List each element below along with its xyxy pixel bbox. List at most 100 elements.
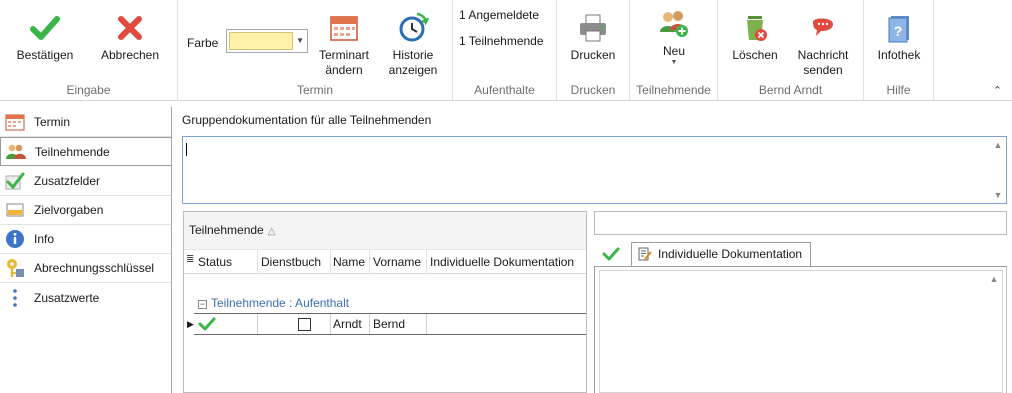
group-by-chip[interactable]: Teilnehmende △ — [189, 223, 275, 237]
column-header-vorname[interactable]: Vorname — [373, 255, 421, 269]
message-label-2: senden — [803, 63, 843, 77]
sidebar-item-label: Zusatzfelder — [34, 174, 101, 188]
group-hilfe: ? Infothek Hilfe — [864, 0, 934, 101]
group-row[interactable]: − Teilnehmende : Aufenthalt — [198, 296, 349, 310]
help-book-icon: ? — [888, 16, 909, 43]
historie-anzeigen-button[interactable]: Historie anzeigen — [380, 12, 446, 78]
color-picker[interactable]: ▼ — [226, 29, 308, 53]
tab-individuelle-dokumentation[interactable]: Individuelle Dokumentation — [631, 242, 812, 267]
group-teilnehmende: Neu ▼ Teilnehmende — [630, 0, 718, 101]
checkmark-icon — [198, 317, 216, 331]
column-header-individuelle-dokumentation[interactable]: Individuelle Dokumentation — [430, 255, 574, 269]
dots-icon — [13, 288, 17, 307]
current-row-indicator-icon: ▶ — [187, 319, 194, 329]
new-participant-button[interactable]: Neu ▼ — [642, 8, 706, 67]
dienstbuch-checkbox[interactable] — [298, 318, 311, 331]
svg-text:?: ? — [894, 23, 903, 39]
individual-doc-textarea[interactable]: ▲ — [599, 270, 1003, 393]
group-drucken: Drucken Drucken — [557, 0, 630, 101]
trash-icon — [747, 16, 767, 41]
delete-button[interactable]: Löschen — [724, 12, 786, 63]
scroll-up-icon[interactable]: ▲ — [986, 272, 1002, 286]
sidebar-item-abrechnungsschluessel[interactable]: Abrechnungsschlüssel — [0, 254, 172, 283]
group-termin: Farbe ▼ Terminart ändern Historie anzeig… — [178, 0, 453, 101]
collapse-ribbon-icon[interactable]: ⌃ — [993, 84, 1002, 97]
column-header-dienstbuch[interactable]: Dienstbuch — [261, 255, 321, 269]
sidebar: Termin Teilnehmende Zusatzfelder Zielvor… — [0, 107, 172, 393]
group-doc-label: Gruppendokumentation für alle Teilnehmen… — [182, 113, 432, 127]
group-doc-textarea[interactable]: ▲ ▼ — [182, 136, 1007, 204]
group-label-drucken: Drucken — [570, 83, 616, 97]
infothek-button[interactable]: ? Infothek — [868, 12, 930, 63]
terminart-label-2: ändern — [325, 63, 363, 77]
key-icon — [7, 259, 24, 277]
infothek-label: Infothek — [877, 48, 921, 62]
sidebar-item-label: Zielvorgaben — [34, 203, 104, 217]
group-label-termin: Termin — [296, 83, 333, 97]
group-row-label: Teilnehmende : Aufenthalt — [211, 296, 350, 310]
column-header-status[interactable]: Status — [198, 255, 232, 269]
close-icon — [118, 16, 142, 40]
column-chooser-icon[interactable]: ≣ — [186, 254, 194, 265]
add-people-icon — [660, 11, 688, 37]
individual-doc-field[interactable] — [594, 211, 1007, 235]
sidebar-item-label: Termin — [34, 115, 71, 129]
info-icon — [6, 230, 24, 248]
terminart-aendern-button[interactable]: Terminart ändern — [312, 12, 376, 78]
print-label: Drucken — [570, 48, 616, 62]
group-label-teilnehmende: Teilnehmende — [636, 83, 711, 97]
sidebar-item-teilnehmende[interactable]: Teilnehmende — [0, 137, 172, 166]
sidebar-item-zusatzwerte[interactable]: Zusatzwerte — [0, 283, 172, 312]
sidebar-divider — [171, 107, 172, 393]
column-separator — [330, 250, 331, 274]
confirm-label: Bestätigen — [16, 48, 74, 62]
sidebar-item-zusatzfelder[interactable]: Zusatzfelder — [0, 167, 172, 196]
sidebar-item-termin[interactable]: Termin — [0, 108, 172, 137]
individual-doc-panel: ▲ — [594, 267, 1007, 393]
group-person: Löschen Nachricht senden Bernd Arndt — [718, 0, 864, 101]
checkmark-icon — [5, 172, 25, 190]
chevron-down-icon: ▼ — [296, 36, 304, 45]
sidebar-item-label: Abrechnungsschlüssel — [34, 261, 155, 275]
message-label-1: Nachricht — [797, 48, 849, 62]
grid-header: ≣ Status Dienstbuch Name Vorname Individ… — [184, 250, 586, 274]
sidebar-item-zielvorgaben[interactable]: Zielvorgaben — [0, 196, 172, 225]
print-button[interactable]: Drucken — [561, 12, 625, 63]
column-separator — [426, 250, 427, 274]
column-header-name[interactable]: Name — [333, 255, 365, 269]
target-icon — [6, 203, 24, 217]
edit-document-icon — [638, 247, 652, 261]
group-aufenthalte: 1 Angemeldete 1 Teilnehmende Aufenthalte — [453, 0, 557, 101]
sidebar-item-label: Zusatzwerte — [34, 290, 100, 305]
group-label-hilfe: Hilfe — [886, 83, 911, 97]
checkmark-icon — [30, 16, 60, 40]
group-label-aufenthalte: Aufenthalte — [474, 83, 535, 97]
group-eingabe: Bestätigen Abbrechen Eingabe — [0, 0, 178, 101]
group-by-label: Teilnehmende — [189, 223, 264, 237]
tab-status-checkmark-icon[interactable] — [602, 246, 620, 262]
cell-separator — [257, 314, 258, 334]
table-row[interactable]: Arndt Bernd — [194, 313, 586, 335]
people-icon — [6, 144, 26, 159]
collapse-group-icon[interactable]: − — [198, 300, 207, 309]
column-separator — [369, 250, 370, 274]
cancel-button[interactable]: Abbrechen — [94, 12, 166, 63]
cancel-label: Abbrechen — [100, 48, 160, 62]
vertical-scrollbar[interactable]: ▲ — [986, 271, 1002, 392]
scroll-down-icon[interactable]: ▼ — [990, 188, 1006, 202]
group-by-panel: Teilnehmende △ — [184, 212, 586, 250]
sidebar-item-info[interactable]: Info — [0, 225, 172, 254]
confirm-button[interactable]: Bestätigen — [8, 12, 82, 63]
group-label-person: Bernd Arndt — [758, 83, 823, 97]
scroll-up-icon[interactable]: ▲ — [990, 138, 1006, 152]
teilnehmende-count[interactable]: 1 Teilnehmende — [459, 34, 544, 48]
calendar-icon — [330, 16, 358, 41]
new-label: Neu — [662, 44, 685, 58]
angemeldete-count[interactable]: 1 Angemeldete — [459, 8, 539, 22]
cell-separator — [330, 314, 331, 334]
send-message-button[interactable]: Nachricht senden — [790, 12, 856, 78]
vertical-scrollbar[interactable]: ▲ ▼ — [990, 137, 1006, 203]
farbe-label: Farbe — [187, 36, 219, 50]
text-caret — [186, 143, 187, 156]
participants-grid: Teilnehmende △ ≣ Status Dienstbuch Name V… — [183, 211, 587, 393]
